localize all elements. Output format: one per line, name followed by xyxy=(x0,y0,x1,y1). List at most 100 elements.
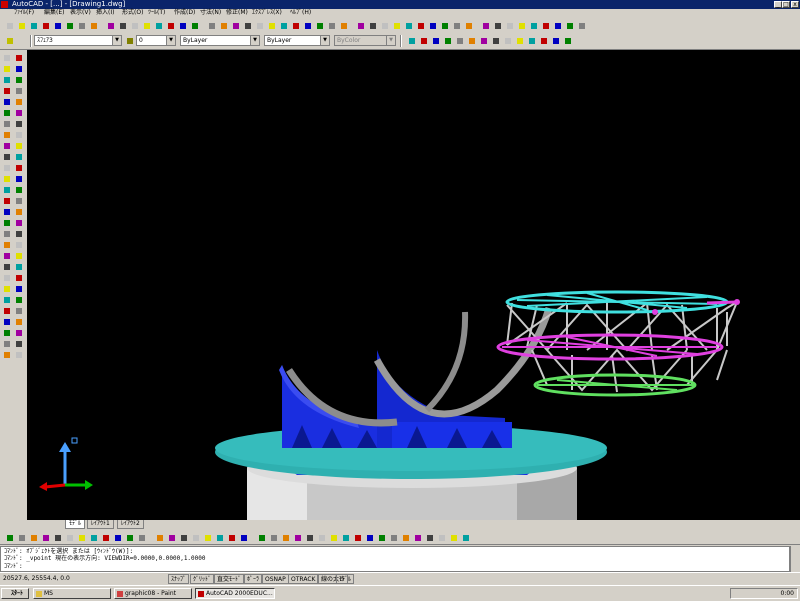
tool-button[interactable] xyxy=(355,20,366,31)
tool-button[interactable] xyxy=(460,532,471,543)
tool-button[interactable] xyxy=(528,20,539,31)
tool-button[interactable] xyxy=(14,306,24,316)
tool-button[interactable] xyxy=(242,20,253,31)
lineweight-dropdown[interactable]: ByLayer ▼ xyxy=(264,35,330,46)
tool-button[interactable] xyxy=(14,163,24,173)
tool-button[interactable] xyxy=(418,35,429,46)
maximize-button[interactable]: □ xyxy=(782,1,790,8)
tool-button[interactable] xyxy=(14,295,24,305)
tool-button[interactable] xyxy=(436,532,447,543)
menu-format[interactable]: 形式(O) xyxy=(122,9,143,17)
tool-button[interactable] xyxy=(40,20,51,31)
tool-button[interactable] xyxy=(14,207,24,217)
model-viewport[interactable] xyxy=(27,50,800,520)
tool-button[interactable] xyxy=(266,20,277,31)
tool-button[interactable] xyxy=(2,350,12,360)
tool-button[interactable] xyxy=(562,35,573,46)
tool-button[interactable] xyxy=(2,262,12,272)
tool-button[interactable] xyxy=(2,130,12,140)
tool-button[interactable] xyxy=(2,284,12,294)
menu-help[interactable]: ﾍﾙﾌﾟ(H) xyxy=(290,9,311,17)
tool-button[interactable] xyxy=(442,35,453,46)
tool-button[interactable] xyxy=(2,273,12,283)
tool-button[interactable] xyxy=(14,251,24,261)
tool-button[interactable] xyxy=(124,532,135,543)
tool-button[interactable] xyxy=(76,532,87,543)
menu-file[interactable]: ﾌｧｲﾙ(F) xyxy=(14,9,34,17)
tool-button[interactable] xyxy=(400,532,411,543)
snap-toggle[interactable]: ｽﾅｯﾌﾟ xyxy=(168,574,190,584)
tool-button[interactable] xyxy=(2,295,12,305)
tool-button[interactable] xyxy=(14,75,24,85)
tool-button[interactable] xyxy=(2,185,12,195)
tool-button[interactable] xyxy=(14,108,24,118)
tool-button[interactable] xyxy=(540,20,551,31)
tool-button[interactable] xyxy=(388,532,399,543)
tool-button[interactable] xyxy=(105,20,116,31)
tool-button[interactable] xyxy=(2,306,12,316)
tool-button[interactable] xyxy=(28,532,39,543)
tool-button[interactable] xyxy=(492,20,503,31)
tool-button[interactable] xyxy=(14,152,24,162)
tool-button[interactable] xyxy=(178,532,189,543)
tool-button[interactable] xyxy=(2,218,12,228)
tool-button[interactable] xyxy=(14,229,24,239)
tool-button[interactable] xyxy=(352,532,363,543)
tool-button[interactable] xyxy=(2,86,12,96)
tool-button[interactable] xyxy=(406,35,417,46)
tool-button[interactable] xyxy=(52,532,63,543)
tool-button[interactable] xyxy=(16,20,27,31)
tool-button[interactable] xyxy=(14,86,24,96)
tool-button[interactable] xyxy=(2,163,12,173)
tool-button[interactable] xyxy=(280,532,291,543)
tool-button[interactable] xyxy=(2,196,12,206)
tool-button[interactable] xyxy=(278,20,289,31)
tool-button[interactable] xyxy=(117,20,128,31)
tool-button[interactable] xyxy=(463,20,474,31)
tool-button[interactable] xyxy=(112,532,123,543)
tool-button[interactable] xyxy=(4,532,15,543)
tool-button[interactable] xyxy=(14,97,24,107)
tool-button[interactable] xyxy=(412,532,423,543)
tool-button[interactable] xyxy=(64,532,75,543)
tool-button[interactable] xyxy=(427,20,438,31)
tool-button[interactable] xyxy=(2,53,12,63)
tool-button[interactable] xyxy=(165,20,176,31)
tool-button[interactable] xyxy=(379,20,390,31)
tool-button[interactable] xyxy=(367,20,378,31)
tool-button[interactable] xyxy=(14,64,24,74)
tab-layout1[interactable]: ﾚｲｱｳﾄ1 xyxy=(87,520,114,529)
tool-button[interactable] xyxy=(304,532,315,543)
tool-button[interactable] xyxy=(14,317,24,327)
tool-button[interactable] xyxy=(76,20,87,31)
tool-button[interactable] xyxy=(14,284,24,294)
tool-button[interactable] xyxy=(538,35,549,46)
tool-button[interactable] xyxy=(16,532,27,543)
tool-button[interactable] xyxy=(214,532,225,543)
tool-button[interactable] xyxy=(129,20,140,31)
tool-button[interactable] xyxy=(218,20,229,31)
tool-button[interactable] xyxy=(340,532,351,543)
tool-button[interactable] xyxy=(14,339,24,349)
tool-button[interactable] xyxy=(448,532,459,543)
tool-button[interactable] xyxy=(2,141,12,151)
tool-button[interactable] xyxy=(326,20,337,31)
close-button[interactable]: x xyxy=(791,1,799,8)
tool-button[interactable] xyxy=(2,240,12,250)
layers-button[interactable] xyxy=(4,35,15,46)
tool-button[interactable] xyxy=(2,174,12,184)
tool-button[interactable] xyxy=(14,273,24,283)
tool-button[interactable] xyxy=(153,20,164,31)
tool-button[interactable] xyxy=(88,20,99,31)
tool-button[interactable] xyxy=(4,20,15,31)
menu-insert[interactable]: 挿入(I) xyxy=(96,9,114,17)
tool-button[interactable] xyxy=(2,119,12,129)
menu-modify[interactable]: 修正(M) xyxy=(226,9,248,17)
tool-button[interactable] xyxy=(2,152,12,162)
tool-button[interactable] xyxy=(14,141,24,151)
tool-button[interactable] xyxy=(316,532,327,543)
tool-button[interactable] xyxy=(100,532,111,543)
tool-button[interactable] xyxy=(14,218,24,228)
tool-button[interactable] xyxy=(338,20,349,31)
tool-button[interactable] xyxy=(52,20,63,31)
